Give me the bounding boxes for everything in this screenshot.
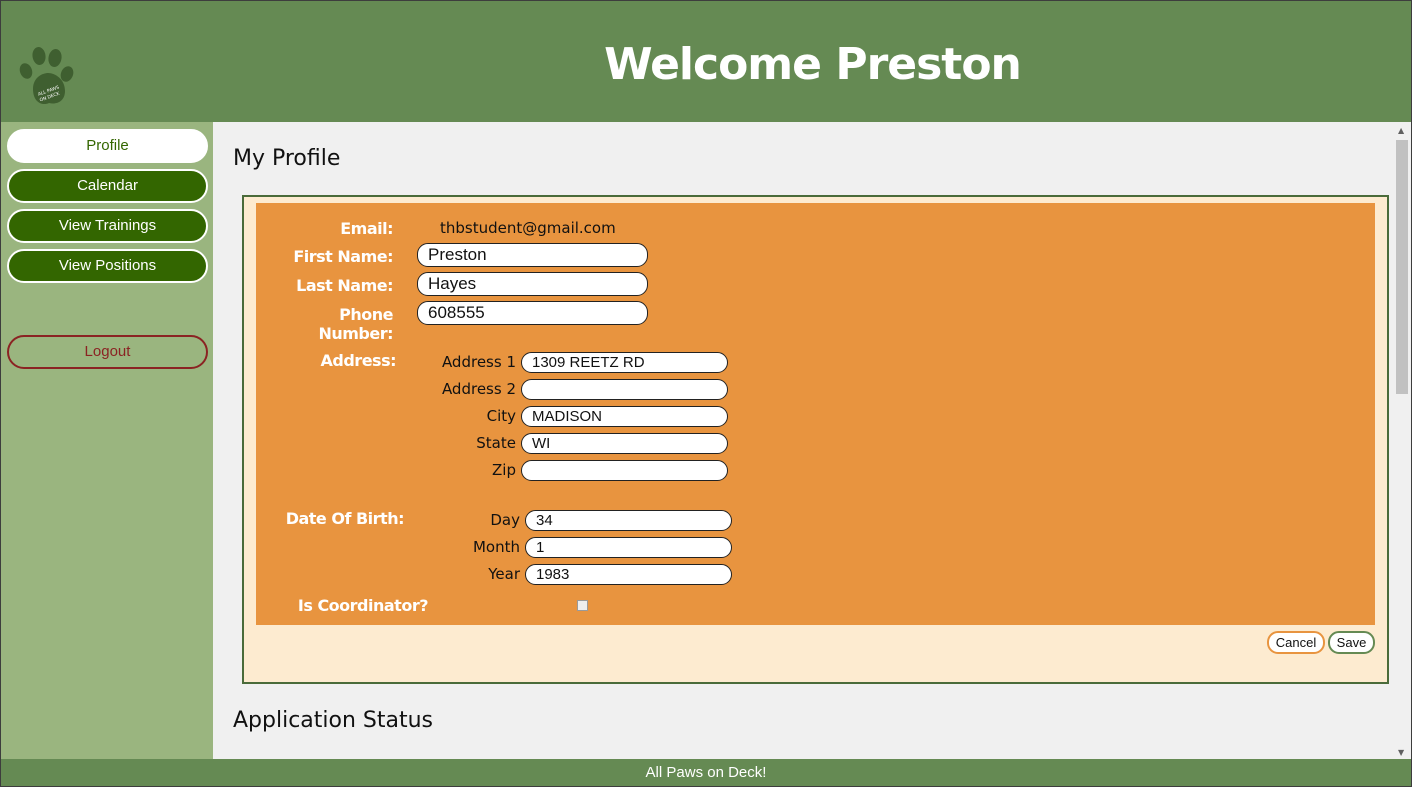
application-status-title: Application Status: [233, 708, 434, 733]
address-label: Address:: [320, 351, 397, 370]
zip-label: Zip: [492, 461, 516, 479]
header: ALL PAWS ON DECK Welcome Preston: [1, 1, 1411, 122]
state-field[interactable]: [521, 433, 728, 454]
main-content: My Profile Email: thbstudent@gmail.com F…: [213, 122, 1394, 759]
year-label: Year: [488, 565, 520, 583]
cancel-button[interactable]: Cancel: [1267, 631, 1325, 654]
paw-logo-icon: ALL PAWS ON DECK: [15, 43, 77, 109]
first-name-label: First Name:: [293, 247, 393, 266]
sidebar-item-view-positions[interactable]: View Positions: [7, 249, 208, 283]
state-label: State: [476, 434, 516, 452]
profile-form: Email: thbstudent@gmail.com First Name: …: [256, 203, 1375, 625]
logout-button[interactable]: Logout: [7, 335, 208, 369]
first-name-field[interactable]: [417, 243, 648, 267]
month-field[interactable]: [525, 537, 732, 558]
app-window: ALL PAWS ON DECK Welcome Preston Profile…: [0, 0, 1412, 787]
email-value: thbstudent@gmail.com: [440, 219, 616, 237]
month-label: Month: [472, 538, 520, 556]
address1-field[interactable]: [521, 352, 728, 373]
sidebar-item-calendar[interactable]: Calendar: [7, 169, 208, 203]
email-label: Email:: [340, 219, 393, 238]
footer: All Paws on Deck!: [1, 759, 1411, 786]
coordinator-checkbox[interactable]: [577, 600, 588, 611]
sidebar: Profile Calendar View Trainings View Pos…: [1, 122, 213, 759]
last-name-label: Last Name:: [296, 276, 393, 295]
coordinator-label: Is Coordinator?: [297, 596, 429, 615]
day-label: Day: [490, 511, 520, 529]
page-title: Welcome Preston: [604, 39, 1022, 90]
scrollbar-thumb[interactable]: [1396, 140, 1408, 394]
save-button[interactable]: Save: [1328, 631, 1375, 654]
zip-field[interactable]: [521, 460, 728, 481]
day-field[interactable]: [525, 510, 732, 531]
sidebar-item-profile[interactable]: Profile: [7, 129, 208, 163]
address2-label: Address 2: [441, 380, 516, 398]
address2-field[interactable]: [521, 379, 728, 400]
phone-label: Phone Number:: [318, 305, 393, 343]
year-field[interactable]: [525, 564, 732, 585]
sidebar-item-view-trainings[interactable]: View Trainings: [7, 209, 208, 243]
scroll-down-arrow-icon[interactable]: ▼: [1398, 748, 1404, 757]
phone-field[interactable]: [417, 301, 648, 325]
city-label: City: [486, 407, 516, 425]
address1-label: Address 1: [441, 353, 516, 371]
profile-section-title: My Profile: [233, 146, 341, 171]
last-name-field[interactable]: [417, 272, 648, 296]
profile-card: Email: thbstudent@gmail.com First Name: …: [242, 195, 1389, 684]
vertical-scrollbar[interactable]: ▲ ▼: [1394, 122, 1411, 759]
scroll-up-arrow-icon[interactable]: ▲: [1398, 126, 1404, 135]
city-field[interactable]: [521, 406, 728, 427]
dob-label: Date Of Birth:: [285, 509, 405, 528]
